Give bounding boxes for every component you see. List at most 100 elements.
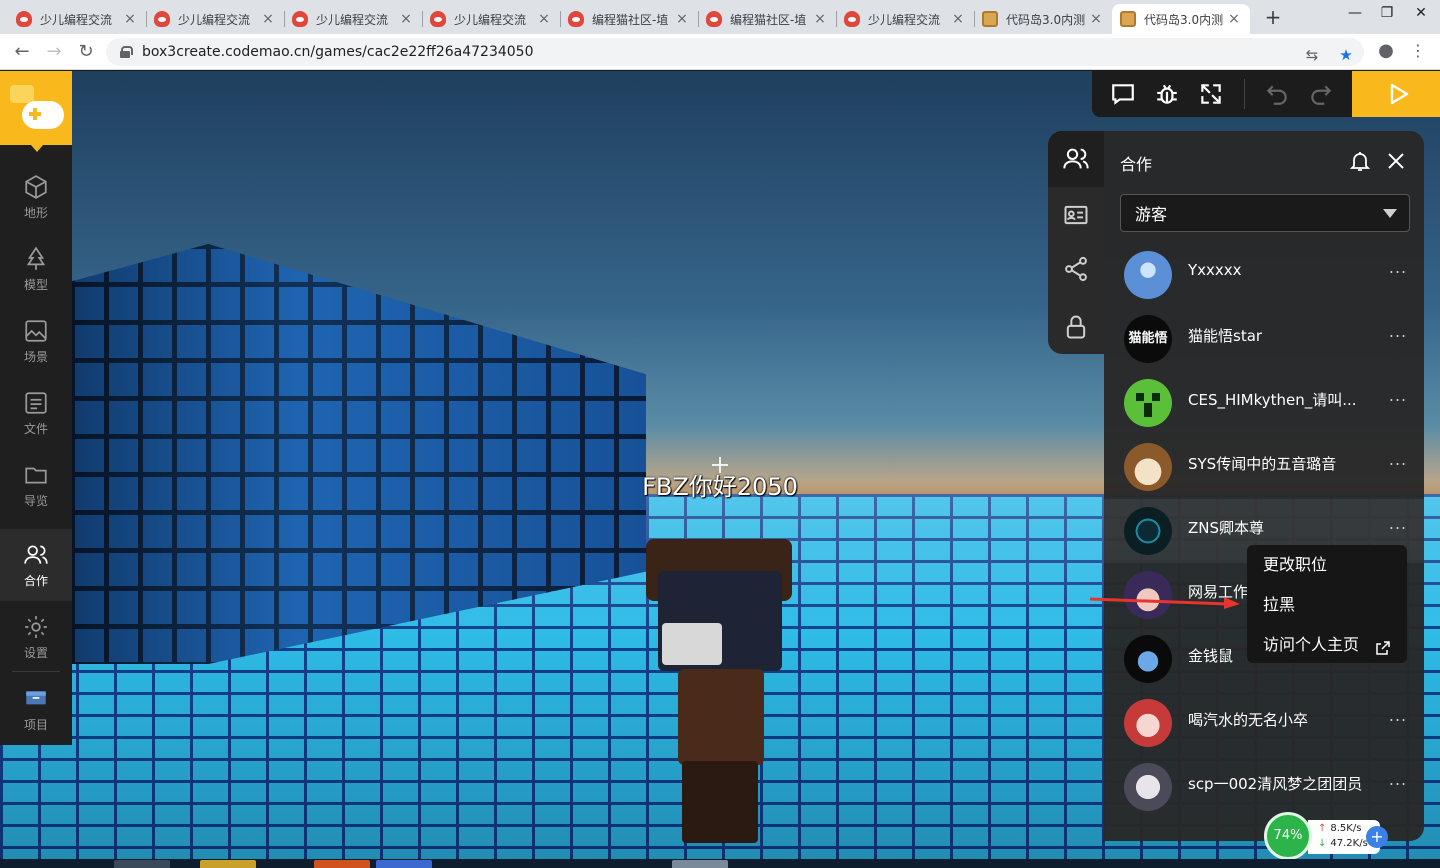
upload-speed: ↑ 8.5K/s <box>1318 823 1361 834</box>
tab-title: 代码岛3.0内测 <box>1144 12 1224 27</box>
back-arrow-icon[interactable]: ← <box>10 40 34 64</box>
tab-close-icon[interactable]: × <box>950 11 966 27</box>
member-row[interactable]: SYS传闻中的五音璐音 ... <box>1104 435 1424 499</box>
tree-icon <box>23 246 49 272</box>
sidebar-item-collaborate[interactable]: 合作 <box>0 529 72 601</box>
avatar-face <box>662 623 722 665</box>
codemao-cat-icon <box>706 11 722 27</box>
member-row[interactable]: scp一002清风梦之团团员 ... <box>1104 755 1424 819</box>
bell-icon[interactable] <box>1348 149 1372 173</box>
reload-icon[interactable]: ↻ <box>74 40 98 64</box>
more-icon[interactable]: ... <box>1386 452 1410 471</box>
browser-tab[interactable]: 代码岛3.0内测 × <box>974 4 1112 34</box>
tab-close-icon[interactable]: × <box>1226 11 1242 27</box>
role-select[interactable]: 游客 <box>1120 194 1410 232</box>
bug-icon[interactable] <box>1154 81 1180 107</box>
sidebar-item-terrain[interactable]: 地形 <box>0 161 72 233</box>
lock-icon[interactable] <box>1062 313 1090 341</box>
profile-icon[interactable]: ● <box>1376 41 1396 61</box>
block-menu-item[interactable]: 拉黑 <box>1247 591 1407 631</box>
member-row[interactable]: Yxxxxx ... <box>1104 243 1424 307</box>
new-tab-button[interactable]: + <box>1262 6 1284 28</box>
tab-close-icon[interactable]: × <box>1088 11 1104 27</box>
close-icon[interactable] <box>1386 151 1406 171</box>
sidebar-item-scene[interactable]: 场景 <box>0 305 72 377</box>
more-icon[interactable]: ... <box>1386 260 1410 279</box>
minimize-icon[interactable]: — <box>1338 0 1372 30</box>
avatar-legs <box>682 761 758 843</box>
address-bar: ← → ↻ box3create.codemao.cn/games/cac2e2… <box>0 34 1440 70</box>
fullscreen-icon[interactable] <box>1198 81 1224 107</box>
browser-tab[interactable]: 少儿编程交流 × <box>146 4 284 34</box>
change-role-menu-item[interactable]: 更改职位 <box>1247 551 1407 591</box>
comment-icon[interactable] <box>1110 81 1136 107</box>
window-close-icon[interactable]: ✕ <box>1404 0 1438 30</box>
lock-icon <box>120 46 133 58</box>
tab-close-icon[interactable]: × <box>812 11 828 27</box>
annotation-arrow-icon <box>1089 597 1240 609</box>
users-icon <box>23 542 49 568</box>
member-row[interactable]: 喝汽水的无名小卒 ... <box>1104 691 1424 755</box>
codemao-cat-icon <box>16 11 32 27</box>
play-button[interactable] <box>1352 71 1440 117</box>
redo-icon[interactable] <box>1308 81 1334 107</box>
member-name: scp一002清风梦之团团员 <box>1188 775 1363 793</box>
sidebar-item-label: 文件 <box>23 421 48 436</box>
tab-close-icon[interactable]: × <box>260 11 276 27</box>
taskbar-app[interactable] <box>376 860 432 868</box>
member-context-menu: 更改职位 拉黑 访问个人主页 <box>1247 545 1407 663</box>
forward-arrow-icon[interactable]: → <box>42 40 66 64</box>
tab-close-icon[interactable]: × <box>122 11 138 27</box>
id-card-icon[interactable] <box>1062 201 1090 229</box>
taskbar-app[interactable] <box>114 860 170 868</box>
role-select-value: 游客 <box>1135 205 1168 224</box>
browser-tab[interactable]: 少儿编程交流 × <box>836 4 974 34</box>
more-icon[interactable]: ... <box>1386 708 1410 727</box>
restore-icon[interactable]: ❐ <box>1370 0 1404 30</box>
share-icon[interactable] <box>1062 255 1090 283</box>
gamepad-icon <box>22 101 64 129</box>
editor-logo[interactable] <box>0 71 72 145</box>
sidebar-item-model[interactable]: 模型 <box>0 233 72 305</box>
member-row[interactable]: 猫能悟 猫能悟star ... <box>1104 307 1424 371</box>
player-name-tag: FBZ你好2050 <box>642 473 798 501</box>
url-input[interactable]: box3create.codemao.cn/games/cac2e22ff26a… <box>106 38 1364 66</box>
undo-icon[interactable] <box>1264 81 1290 107</box>
sidebar-item-settings[interactable]: 设置 <box>0 601 72 673</box>
sidebar-item-label: 合作 <box>23 573 48 588</box>
browser-tab[interactable]: 编程猫社区-埴 × <box>698 4 836 34</box>
collaboration-panel: 合作 游客 Yxxxxx ... 猫能悟 猫能悟star ... CES_HIM… <box>1104 131 1424 841</box>
plus-icon[interactable]: + <box>1366 826 1388 848</box>
more-icon[interactable]: ... <box>1386 324 1410 343</box>
sidebar-item-guide[interactable]: 导览 <box>0 449 72 521</box>
browser-tab[interactable]: 少儿编程交流 × <box>284 4 422 34</box>
browser-tab[interactable]: 编程猫社区-埴 × <box>560 4 698 34</box>
browser-tab[interactable]: 少儿编程交流 × <box>8 4 146 34</box>
sidebar-item-label: 场景 <box>23 349 48 364</box>
member-row[interactable]: CES_HIMkythen_请叫... ... <box>1104 371 1424 435</box>
member-name: 猫能悟star <box>1188 327 1263 345</box>
taskbar-app[interactable] <box>672 860 728 868</box>
browser-tab-active[interactable]: 代码岛3.0内测 × <box>1112 4 1250 34</box>
browser-tab[interactable]: 少儿编程交流 × <box>422 4 560 34</box>
sidebar-item-file[interactable]: 文件 <box>0 377 72 449</box>
rail-members-button[interactable] <box>1048 131 1104 187</box>
bookmark-star-icon[interactable]: ★ <box>1336 45 1356 65</box>
tab-close-icon[interactable]: × <box>398 11 414 27</box>
sidebar-item-project[interactable]: 项目 <box>0 673 72 745</box>
tab-close-icon[interactable]: × <box>674 11 690 27</box>
more-icon[interactable]: ... <box>1386 388 1410 407</box>
browser-menu-icon[interactable]: ⋮ <box>1408 41 1428 61</box>
network-speed-widget[interactable]: ↑ 8.5K/s ↓ 47.2K/s 74% + <box>1264 812 1392 860</box>
translate-icon[interactable]: ⇆ <box>1302 45 1322 65</box>
visit-profile-menu-item[interactable]: 访问个人主页 <box>1247 631 1407 671</box>
member-name: CES_HIMkythen_请叫... <box>1188 391 1357 409</box>
tab-title: 少儿编程交流 <box>178 12 251 27</box>
more-icon[interactable]: ... <box>1386 772 1410 791</box>
cube-icon <box>23 174 49 200</box>
more-icon[interactable]: ... <box>1386 516 1410 535</box>
taskbar-app[interactable] <box>314 860 370 868</box>
tab-close-icon[interactable]: × <box>536 11 552 27</box>
sidebar-item-label: 导览 <box>23 493 48 508</box>
taskbar-app[interactable] <box>200 860 256 868</box>
